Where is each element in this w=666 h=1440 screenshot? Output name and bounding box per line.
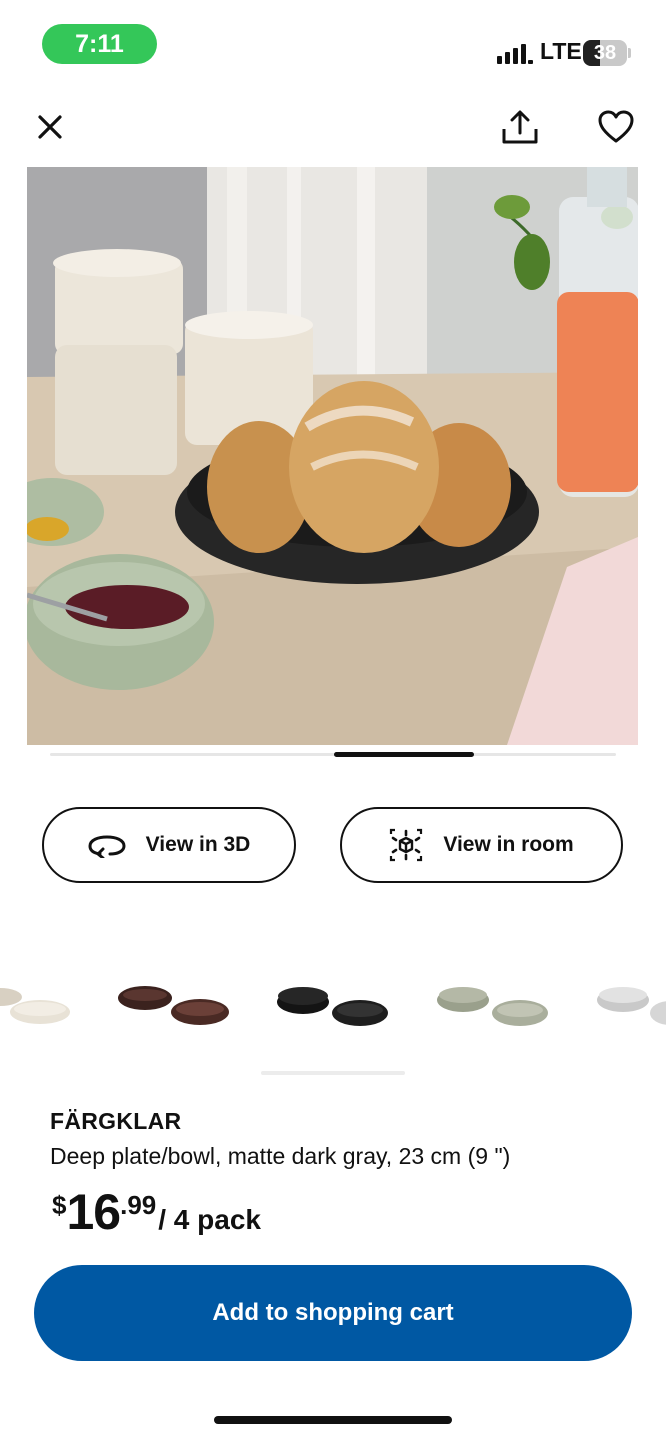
product-price: $ 16 .99 / 4 pack: [52, 1182, 261, 1242]
share-button[interactable]: [498, 105, 542, 149]
view-in-3d-button[interactable]: View in 3D: [42, 807, 296, 883]
variant-option[interactable]: [430, 965, 560, 1045]
signal-icon: [497, 44, 533, 64]
product-description: Deep plate/bowl, matte dark gray, 23 cm …: [50, 1143, 511, 1169]
price-integer: 16: [66, 1184, 121, 1240]
favorite-button[interactable]: [594, 105, 638, 149]
variant-option[interactable]: [110, 965, 240, 1045]
battery-nub: [628, 48, 631, 58]
share-icon: [502, 110, 538, 144]
add-to-cart-button[interactable]: Add to shopping cart: [34, 1265, 632, 1361]
close-button[interactable]: [30, 107, 70, 147]
view-in-3d-label: View in 3D: [145, 833, 251, 856]
status-bar: 7:11 LTE 38: [0, 0, 666, 90]
variant-scroll-indicator: [261, 1071, 405, 1075]
gallery-progress-track: [50, 753, 616, 756]
variant-option[interactable]: [0, 965, 80, 1045]
variant-selector: [0, 965, 666, 1045]
battery-icon: 38: [583, 40, 627, 66]
product-name: FÄRGKLAR: [50, 1108, 182, 1134]
close-icon: [38, 115, 62, 139]
view-in-room-button[interactable]: View in room: [340, 807, 623, 883]
heart-icon: [598, 110, 634, 143]
price-currency: $: [52, 1190, 67, 1220]
price-unit: / 4 pack: [158, 1204, 261, 1235]
price-decimal: .99: [120, 1190, 157, 1220]
variant-option[interactable]: [590, 965, 666, 1045]
gallery-progress-thumb: [334, 752, 474, 757]
variant-option[interactable]: [270, 965, 400, 1045]
ar-cube-icon: [390, 828, 423, 862]
product-photo: [27, 167, 638, 745]
home-indicator[interactable]: [214, 1416, 452, 1424]
network-label: LTE: [540, 38, 582, 64]
battery-level: 38: [593, 42, 617, 64]
product-image[interactable]: [27, 167, 638, 745]
view-in-room-label: View in room: [443, 833, 574, 856]
rotate-3d-icon: [88, 835, 126, 858]
status-time: 7:11: [42, 24, 157, 64]
